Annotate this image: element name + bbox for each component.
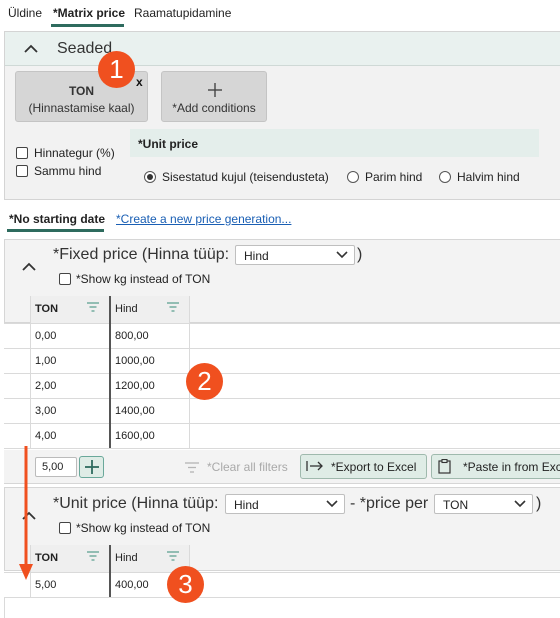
step-input[interactable]: 5,00	[35, 457, 77, 477]
checkbox-hinnategur[interactable]	[16, 147, 28, 159]
chip-title: TON	[68, 84, 95, 98]
filter-icon[interactable]	[87, 551, 99, 561]
add-conditions-button[interactable]: *Add conditions	[161, 71, 267, 122]
filter-icon[interactable]	[167, 551, 179, 561]
unit-row-ton[interactable]: 5,00	[35, 579, 56, 591]
chevron-up-icon[interactable]	[20, 258, 38, 276]
tab-accounting[interactable]: Raamatupidamine	[134, 6, 231, 20]
radio-as-entered[interactable]	[144, 171, 156, 183]
active-tab-indicator	[51, 24, 124, 27]
unit-price-title-end: )	[536, 495, 542, 512]
chevron-up-icon[interactable]	[22, 40, 40, 58]
down-arrow-icon	[19, 446, 33, 580]
unit-grid-body	[4, 572, 560, 618]
step-input-value: 5,00	[42, 461, 64, 473]
fixed-row-hind[interactable]: 1400,00	[115, 405, 155, 417]
chip-remove-icon[interactable]: x	[136, 75, 143, 89]
unit-price-type-select[interactable]: Hind	[225, 494, 345, 514]
clear-filters-label: *Clear all filters	[207, 460, 288, 474]
plus-icon	[85, 460, 99, 474]
fixed-row-hind[interactable]: 800,00	[115, 330, 149, 342]
fixed-grid-body	[4, 323, 560, 448]
checkbox-hinnategur-label: Hinnategur (%)	[34, 146, 115, 160]
unit-price-type-value: Hind	[234, 498, 259, 512]
unit-row-hind[interactable]: 400,00	[115, 579, 149, 591]
settings-panel: Seaded TON (Hinnastamise kaal) x *Add co…	[4, 31, 560, 200]
unit-price-per-value: TON	[443, 498, 469, 512]
fixed-row-ton[interactable]: 1,00	[35, 355, 56, 367]
radio-best-price-label: Parim hind	[365, 170, 423, 184]
clear-filters-button[interactable]: *Clear all filters	[180, 454, 294, 479]
fixed-row-hind[interactable]: 1200,00	[115, 380, 155, 392]
fixed-row-ton[interactable]: 2,00	[35, 380, 56, 392]
filter-icon[interactable]	[87, 302, 99, 312]
unit-price-title: *Unit price (Hinna tüüp:	[53, 495, 219, 512]
clipboard-icon	[438, 459, 451, 474]
tab-general[interactable]: Üldine	[8, 6, 42, 20]
fixed-price-type-select[interactable]: Hind	[235, 245, 355, 265]
fixed-col-ton: TON	[35, 303, 59, 315]
chevron-down-icon	[336, 251, 348, 259]
fixed-price-type-value: Hind	[244, 249, 269, 263]
add-row-button[interactable]	[79, 456, 104, 478]
export-excel-label: *Export to Excel	[331, 460, 417, 474]
chip-subtitle: (Hinnastamise kaal)	[28, 101, 135, 115]
checkbox-sammu-hind[interactable]	[16, 165, 28, 177]
settings-header: Seaded	[5, 32, 560, 66]
fixed-row-ton[interactable]: 0,00	[35, 330, 56, 342]
fixed-row-ton[interactable]: 4,00	[35, 430, 56, 442]
radio-worst-price-label: Halvim hind	[457, 170, 520, 184]
tab-matrix-price[interactable]: *Matrix price	[53, 6, 125, 20]
fixed-show-kg-checkbox[interactable]	[59, 273, 71, 285]
fixed-col-hind: Hind	[115, 303, 138, 315]
chevron-down-icon	[326, 500, 338, 508]
fixed-row-hind[interactable]: 1000,00	[115, 355, 155, 367]
annotation-badge: 2	[186, 363, 223, 400]
unit-price-label: *Unit price	[138, 137, 199, 151]
filter-icon[interactable]	[167, 302, 179, 312]
chevron-down-icon	[514, 500, 526, 508]
unit-show-kg-checkbox[interactable]	[59, 522, 71, 534]
fixed-price-title: *Fixed price (Hinna tüüp:	[53, 246, 230, 263]
fixed-show-kg-label: *Show kg instead of TON	[76, 272, 211, 286]
create-price-generation-link[interactable]: *Create a new price generation...	[116, 212, 291, 226]
fixed-row-ton[interactable]: 3,00	[35, 405, 56, 417]
radio-best-price[interactable]	[347, 171, 359, 183]
unit-show-kg-label: *Show kg instead of TON	[76, 521, 211, 535]
paste-excel-label: *Paste in from Exc	[463, 460, 560, 474]
radio-worst-price[interactable]	[439, 171, 451, 183]
unit-price-header: *Unit price	[130, 129, 539, 157]
unit-price-mid: - *price per	[350, 495, 429, 512]
plus-icon	[208, 83, 222, 97]
fixed-price-title-end: )	[357, 246, 363, 263]
unit-col-hind: Hind	[115, 552, 138, 564]
export-excel-button[interactable]: *Export to Excel	[300, 454, 427, 479]
radio-as-entered-label: Sisestatud kujul (teisendusteta)	[162, 170, 329, 184]
subtab-indicator	[7, 229, 104, 232]
annotation-badge: 3	[167, 566, 204, 603]
filter-icon	[185, 462, 199, 473]
export-icon	[306, 461, 323, 471]
add-conditions-label: *Add conditions	[172, 101, 256, 115]
checkbox-sammu-hind-label: Sammu hind	[34, 164, 102, 178]
unit-col-ton: TON	[35, 552, 59, 564]
annotation-badge: 1	[98, 51, 135, 88]
fixed-row-hind[interactable]: 1600,00	[115, 430, 155, 442]
subtab-no-starting-date[interactable]: *No starting date	[9, 212, 105, 226]
paste-excel-button[interactable]: *Paste in from Exc	[431, 454, 560, 479]
unit-price-per-select[interactable]: TON	[434, 494, 533, 514]
